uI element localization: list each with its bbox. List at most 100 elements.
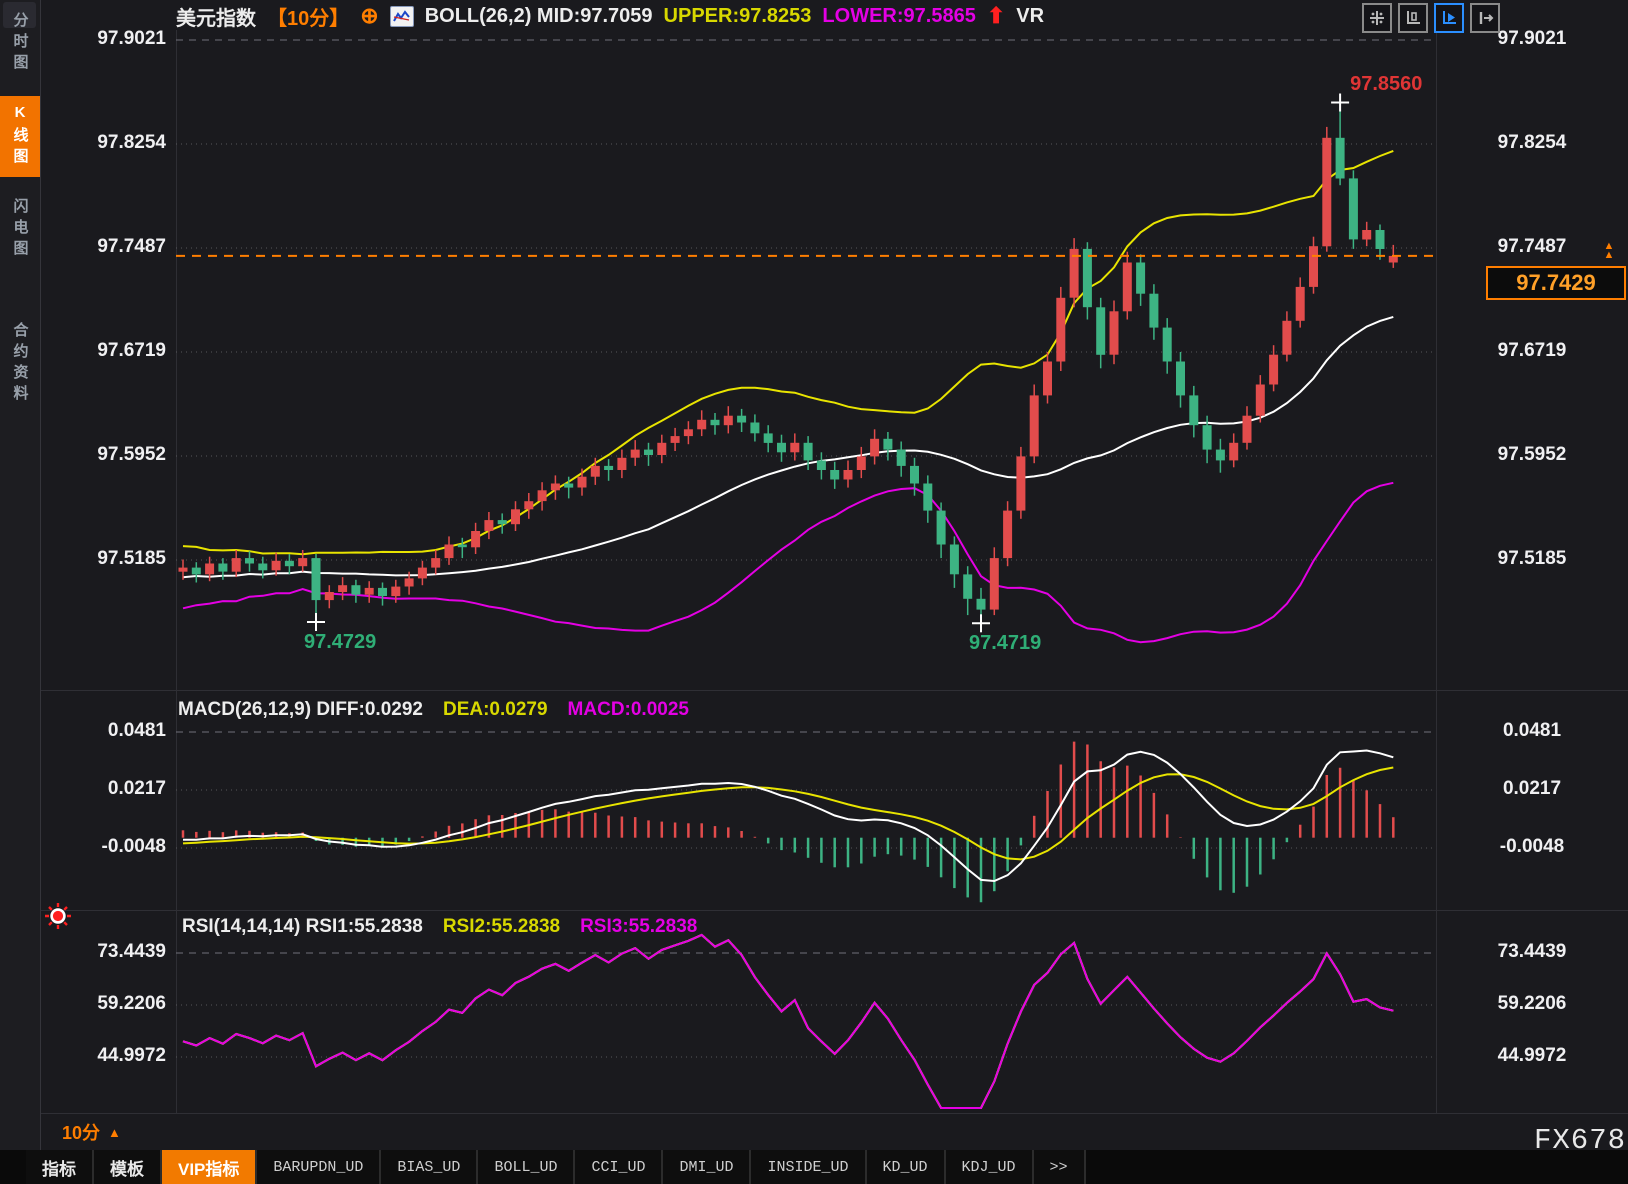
candle[interactable] bbox=[564, 484, 573, 488]
candle[interactable] bbox=[1083, 249, 1092, 307]
candle[interactable] bbox=[764, 433, 773, 443]
tab-1[interactable]: 指标 bbox=[26, 1150, 94, 1184]
candle[interactable] bbox=[830, 470, 839, 480]
candle[interactable] bbox=[1189, 395, 1198, 425]
candle[interactable] bbox=[471, 531, 480, 547]
period-badge[interactable]: 10分▲ bbox=[62, 1119, 121, 1145]
candle[interactable] bbox=[937, 511, 946, 545]
candle[interactable] bbox=[551, 484, 560, 491]
candle[interactable] bbox=[365, 588, 374, 595]
axis-play-tool-icon[interactable] bbox=[1434, 3, 1464, 33]
tab-2[interactable]: 模板 bbox=[94, 1150, 162, 1184]
period-selector[interactable]: 【10分】 bbox=[267, 2, 349, 31]
candle[interactable] bbox=[737, 416, 746, 423]
candle[interactable] bbox=[870, 439, 879, 457]
tab-3[interactable]: VIP指标 bbox=[162, 1150, 257, 1184]
candle[interactable] bbox=[272, 561, 281, 571]
candle[interactable] bbox=[1110, 311, 1119, 354]
candle[interactable] bbox=[1216, 450, 1225, 461]
candle[interactable] bbox=[1256, 385, 1265, 416]
candle[interactable] bbox=[378, 588, 387, 596]
candle[interactable] bbox=[205, 564, 214, 575]
candle[interactable] bbox=[617, 458, 626, 470]
candle[interactable] bbox=[1136, 263, 1145, 294]
candle[interactable] bbox=[285, 561, 294, 566]
candle[interactable] bbox=[804, 443, 813, 461]
candle[interactable] bbox=[817, 461, 826, 471]
move-tool-icon[interactable] bbox=[1362, 3, 1392, 33]
candle[interactable] bbox=[777, 443, 786, 453]
candle[interactable] bbox=[1163, 328, 1172, 362]
candle[interactable] bbox=[1282, 321, 1291, 355]
candle[interactable] bbox=[1336, 138, 1345, 179]
candle[interactable] bbox=[1322, 138, 1331, 247]
candle[interactable] bbox=[258, 564, 267, 571]
candle[interactable] bbox=[1349, 178, 1358, 239]
sidebar-item-1[interactable]: 分时图 bbox=[0, 8, 40, 79]
candle[interactable] bbox=[697, 420, 706, 430]
candle[interactable] bbox=[524, 501, 533, 509]
candle[interactable] bbox=[990, 558, 999, 610]
candle[interactable] bbox=[671, 436, 680, 443]
candle[interactable] bbox=[1309, 246, 1318, 287]
candle[interactable] bbox=[418, 568, 427, 579]
candle[interactable] bbox=[458, 545, 467, 548]
pane-collapse-tool-icon[interactable] bbox=[1470, 3, 1500, 33]
candle[interactable] bbox=[1003, 511, 1012, 558]
candle[interactable] bbox=[1203, 425, 1212, 449]
candle[interactable] bbox=[445, 545, 454, 559]
axis-scale-tool-icon[interactable] bbox=[1398, 3, 1428, 33]
candle[interactable] bbox=[844, 470, 853, 480]
candle[interactable] bbox=[1243, 416, 1252, 443]
tab-6[interactable]: BOLL_UD bbox=[478, 1150, 575, 1184]
candle[interactable] bbox=[538, 490, 547, 501]
candle[interactable] bbox=[657, 443, 666, 455]
sidebar-item-2[interactable]: K线图 bbox=[0, 96, 40, 177]
candle[interactable] bbox=[724, 416, 733, 426]
tab-9[interactable]: INSIDE_UD bbox=[751, 1150, 866, 1184]
candle[interactable] bbox=[684, 429, 693, 436]
candle[interactable] bbox=[578, 477, 587, 488]
candle[interactable] bbox=[631, 450, 640, 458]
chart-canvas[interactable] bbox=[0, 0, 1628, 1184]
candle[interactable] bbox=[1043, 362, 1052, 396]
candle[interactable] bbox=[1030, 395, 1039, 456]
candle[interactable] bbox=[1376, 230, 1385, 249]
candle[interactable] bbox=[750, 423, 759, 434]
candle[interactable] bbox=[910, 466, 919, 484]
candle[interactable] bbox=[1056, 298, 1065, 362]
candle[interactable] bbox=[950, 545, 959, 575]
candle[interactable] bbox=[1096, 307, 1105, 355]
tab-10[interactable]: KD_UD bbox=[867, 1150, 946, 1184]
candle[interactable] bbox=[1362, 230, 1371, 240]
candle[interactable] bbox=[312, 558, 321, 600]
candle[interactable] bbox=[604, 466, 613, 470]
candle[interactable] bbox=[298, 558, 307, 566]
candle[interactable] bbox=[963, 574, 972, 598]
candle[interactable] bbox=[1269, 355, 1278, 385]
candle[interactable] bbox=[790, 443, 799, 453]
candle[interactable] bbox=[498, 520, 507, 524]
candle[interactable] bbox=[245, 558, 254, 563]
candle[interactable] bbox=[1149, 294, 1158, 328]
tab-4[interactable]: BARUPDN_UD bbox=[257, 1150, 381, 1184]
candle[interactable] bbox=[218, 564, 227, 572]
candle[interactable] bbox=[897, 450, 906, 466]
candle[interactable] bbox=[1123, 263, 1132, 312]
candle[interactable] bbox=[179, 568, 188, 572]
candle[interactable] bbox=[1296, 287, 1305, 321]
tab-8[interactable]: DMI_UD bbox=[663, 1150, 751, 1184]
candle[interactable] bbox=[405, 578, 414, 586]
sidebar-item-3[interactable]: 闪电图 bbox=[0, 194, 40, 265]
add-overlay-icon[interactable]: ⊕ bbox=[360, 3, 378, 29]
candle[interactable] bbox=[1229, 443, 1238, 461]
sidebar-item-4[interactable]: 合约资料 bbox=[0, 318, 40, 410]
candle[interactable] bbox=[711, 420, 720, 425]
candle[interactable] bbox=[351, 585, 360, 595]
tab-7[interactable]: CCI_UD bbox=[575, 1150, 663, 1184]
candle[interactable] bbox=[484, 520, 493, 531]
candle[interactable] bbox=[391, 587, 400, 597]
candle[interactable] bbox=[591, 466, 600, 477]
tab-5[interactable]: BIAS_UD bbox=[381, 1150, 478, 1184]
candle[interactable] bbox=[232, 558, 241, 572]
